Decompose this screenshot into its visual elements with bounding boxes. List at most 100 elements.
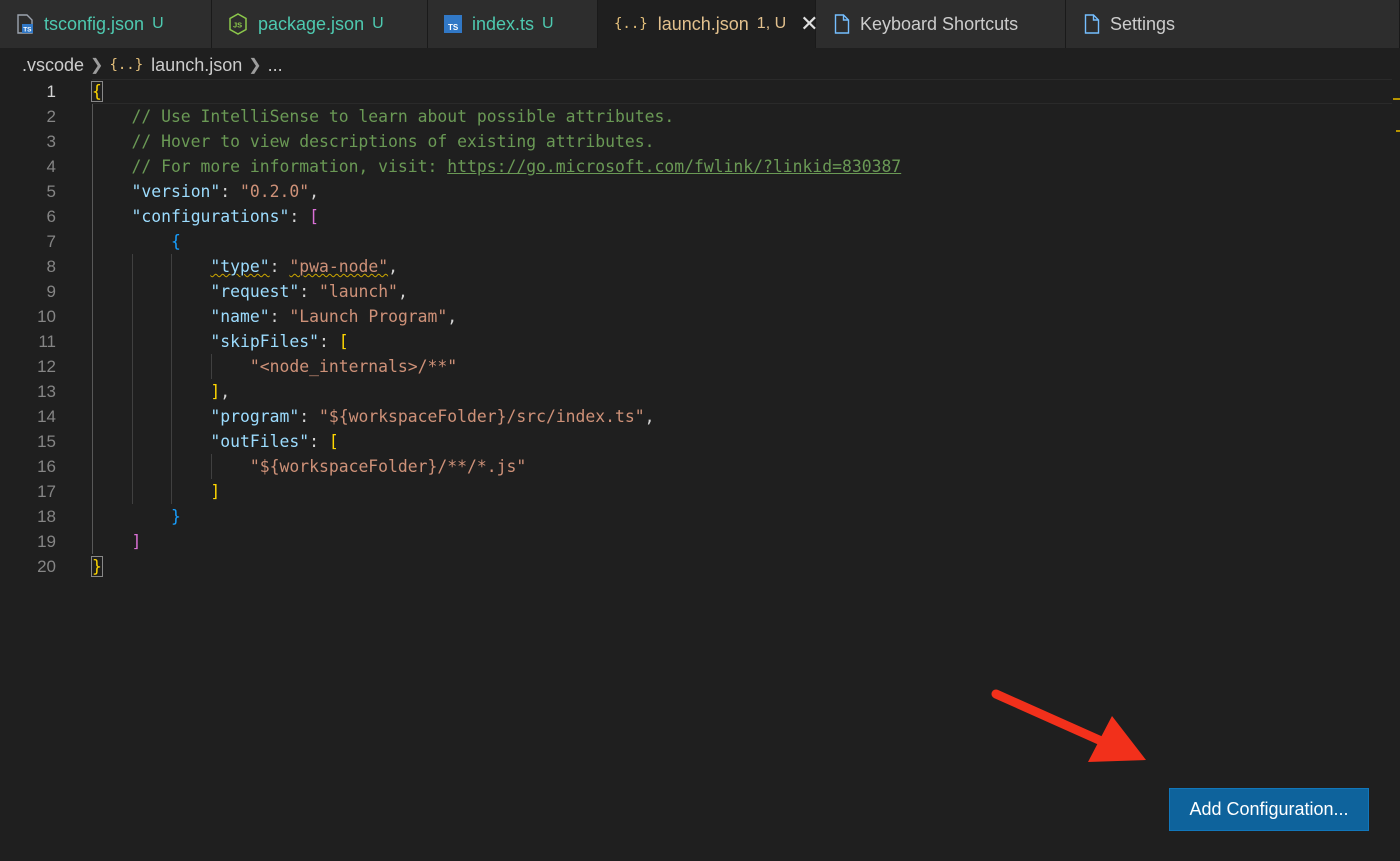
tab-badge: U	[372, 15, 384, 32]
line-number: 14	[37, 407, 56, 426]
code-token: :	[289, 207, 310, 226]
tab-tsconfig-json[interactable]: TS tsconfig.json U	[0, 0, 212, 48]
code-line[interactable]: 15 "outFiles": [	[0, 429, 1390, 454]
code-token: "${workspaceFolder}/**/*.js"	[249, 457, 527, 476]
line-number: 15	[37, 432, 56, 451]
file-icon	[834, 14, 850, 34]
tab-badge: 1, U	[756, 15, 787, 32]
code-line[interactable]: 3 // Hover to view descriptions of exist…	[0, 129, 1390, 154]
code-token: ]	[210, 382, 221, 401]
file-icon	[1084, 14, 1100, 34]
code-token: [	[338, 332, 349, 351]
breadcrumb-folder[interactable]: .vscode	[22, 55, 84, 76]
code-token: "program"	[210, 407, 300, 426]
code-line[interactable]: 4 // For more information, visit: https:…	[0, 154, 1390, 179]
overview-ruler-marker	[1396, 130, 1400, 132]
tab-settings[interactable]: Settings	[1066, 0, 1400, 48]
code-token: }	[170, 507, 181, 526]
code-line[interactable]: 1{	[0, 79, 1392, 104]
code-token: "request"	[210, 282, 300, 301]
breadcrumb-more[interactable]: ...	[268, 55, 283, 76]
tab-launch-json[interactable]: {..} launch.json 1, U ✕	[598, 0, 819, 48]
code-token: {	[91, 81, 103, 102]
tab-label: index.ts	[472, 13, 535, 34]
code-line[interactable]: 17 ]	[0, 479, 1390, 504]
tab-label: package.json	[258, 13, 365, 34]
tab-package-json[interactable]: JS package.json U	[212, 0, 428, 48]
line-code: "${workspaceFolder}/**/*.js"	[92, 454, 526, 479]
breadcrumb: .vscode ❯ {..} launch.json ❯ ...	[22, 53, 283, 77]
tab-keyboard-shortcuts[interactable]: Keyboard Shortcuts	[816, 0, 1066, 48]
line-number: 12	[37, 357, 56, 376]
code-line[interactable]: 13 ],	[0, 379, 1390, 404]
line-number: 16	[37, 457, 56, 476]
code-line[interactable]: 2 // Use IntelliSense to learn about pos…	[0, 104, 1390, 129]
code-token: [	[328, 432, 339, 451]
code-line[interactable]: 5 "version": "0.2.0",	[0, 179, 1390, 204]
code-token: :	[269, 257, 290, 276]
code-line[interactable]: 11 "skipFiles": [	[0, 329, 1390, 354]
breadcrumb-file[interactable]: launch.json	[151, 55, 242, 76]
tab-label: launch.json	[657, 13, 749, 34]
line-code: ],	[92, 379, 230, 404]
code-line[interactable]: 14 "program": "${workspaceFolder}/src/in…	[0, 404, 1390, 429]
chevron-right-icon: ❯	[90, 57, 104, 74]
line-number: 9	[46, 282, 56, 301]
code-token: ,	[397, 282, 408, 301]
code-token: :	[318, 332, 339, 351]
code-token: "<node_internals>/**"	[249, 357, 458, 376]
line-code: // Hover to view descriptions of existin…	[92, 129, 654, 154]
code-token: https://go.microsoft.com/fwlink/?linkid=…	[447, 157, 902, 176]
line-number: 11	[38, 332, 56, 351]
json-braces-icon: {..}	[614, 16, 648, 32]
code-line[interactable]: 18 }	[0, 504, 1390, 529]
overview-ruler-marker	[1393, 98, 1400, 100]
code-line[interactable]: 7 {	[0, 229, 1390, 254]
code-line[interactable]: 6 "configurations": [	[0, 204, 1390, 229]
line-code: "type": "pwa-node",	[92, 254, 398, 279]
line-code: "skipFiles": [	[92, 329, 349, 354]
code-token: "skipFiles"	[210, 332, 319, 351]
tab-index-ts[interactable]: TS index.ts U	[428, 0, 598, 48]
line-number: 7	[46, 232, 56, 251]
code-token: "launch"	[318, 282, 398, 301]
code-line[interactable]: 12 "<node_internals>/**"	[0, 354, 1390, 379]
line-number: 18	[37, 507, 56, 526]
code-line[interactable]: 9 "request": "launch",	[0, 279, 1390, 304]
code-token: ]	[210, 482, 221, 501]
code-editor[interactable]: 1{2 // Use IntelliSense to learn about p…	[0, 78, 1400, 598]
chevron-right-icon: ❯	[248, 57, 262, 74]
typescript-icon: TS	[444, 15, 462, 33]
editor-tab-bar: TS tsconfig.json U JS package.json U TS …	[0, 0, 1400, 48]
line-number: 4	[46, 157, 56, 176]
code-line[interactable]: 16 "${workspaceFolder}/**/*.js"	[0, 454, 1390, 479]
code-token: [	[309, 207, 319, 226]
line-code: ]	[92, 479, 220, 504]
code-line[interactable]: 8 "type": "pwa-node",	[0, 254, 1390, 279]
code-line[interactable]: 10 "name": "Launch Program",	[0, 304, 1390, 329]
line-number: 5	[46, 182, 56, 201]
code-token: {	[170, 232, 181, 251]
json-braces-icon: {..}	[109, 57, 144, 73]
line-code: // For more information, visit: https://…	[92, 154, 901, 179]
code-token: :	[309, 432, 329, 451]
line-number: 1	[46, 82, 56, 101]
code-line[interactable]: 20}	[0, 554, 1390, 579]
code-token: :	[269, 307, 290, 326]
line-number: 13	[37, 382, 56, 401]
line-code: "program": "${workspaceFolder}/src/index…	[92, 404, 654, 429]
line-code: "<node_internals>/**"	[92, 354, 457, 379]
svg-text:TS: TS	[23, 27, 32, 34]
add-configuration-button[interactable]: Add Configuration...	[1169, 788, 1369, 831]
code-token: ,	[447, 307, 458, 326]
code-token: // Hover to view descriptions of existin…	[92, 132, 655, 151]
tab-badge: U	[542, 15, 554, 32]
code-line[interactable]: 19 ]	[0, 529, 1390, 554]
line-code: {	[92, 229, 181, 254]
